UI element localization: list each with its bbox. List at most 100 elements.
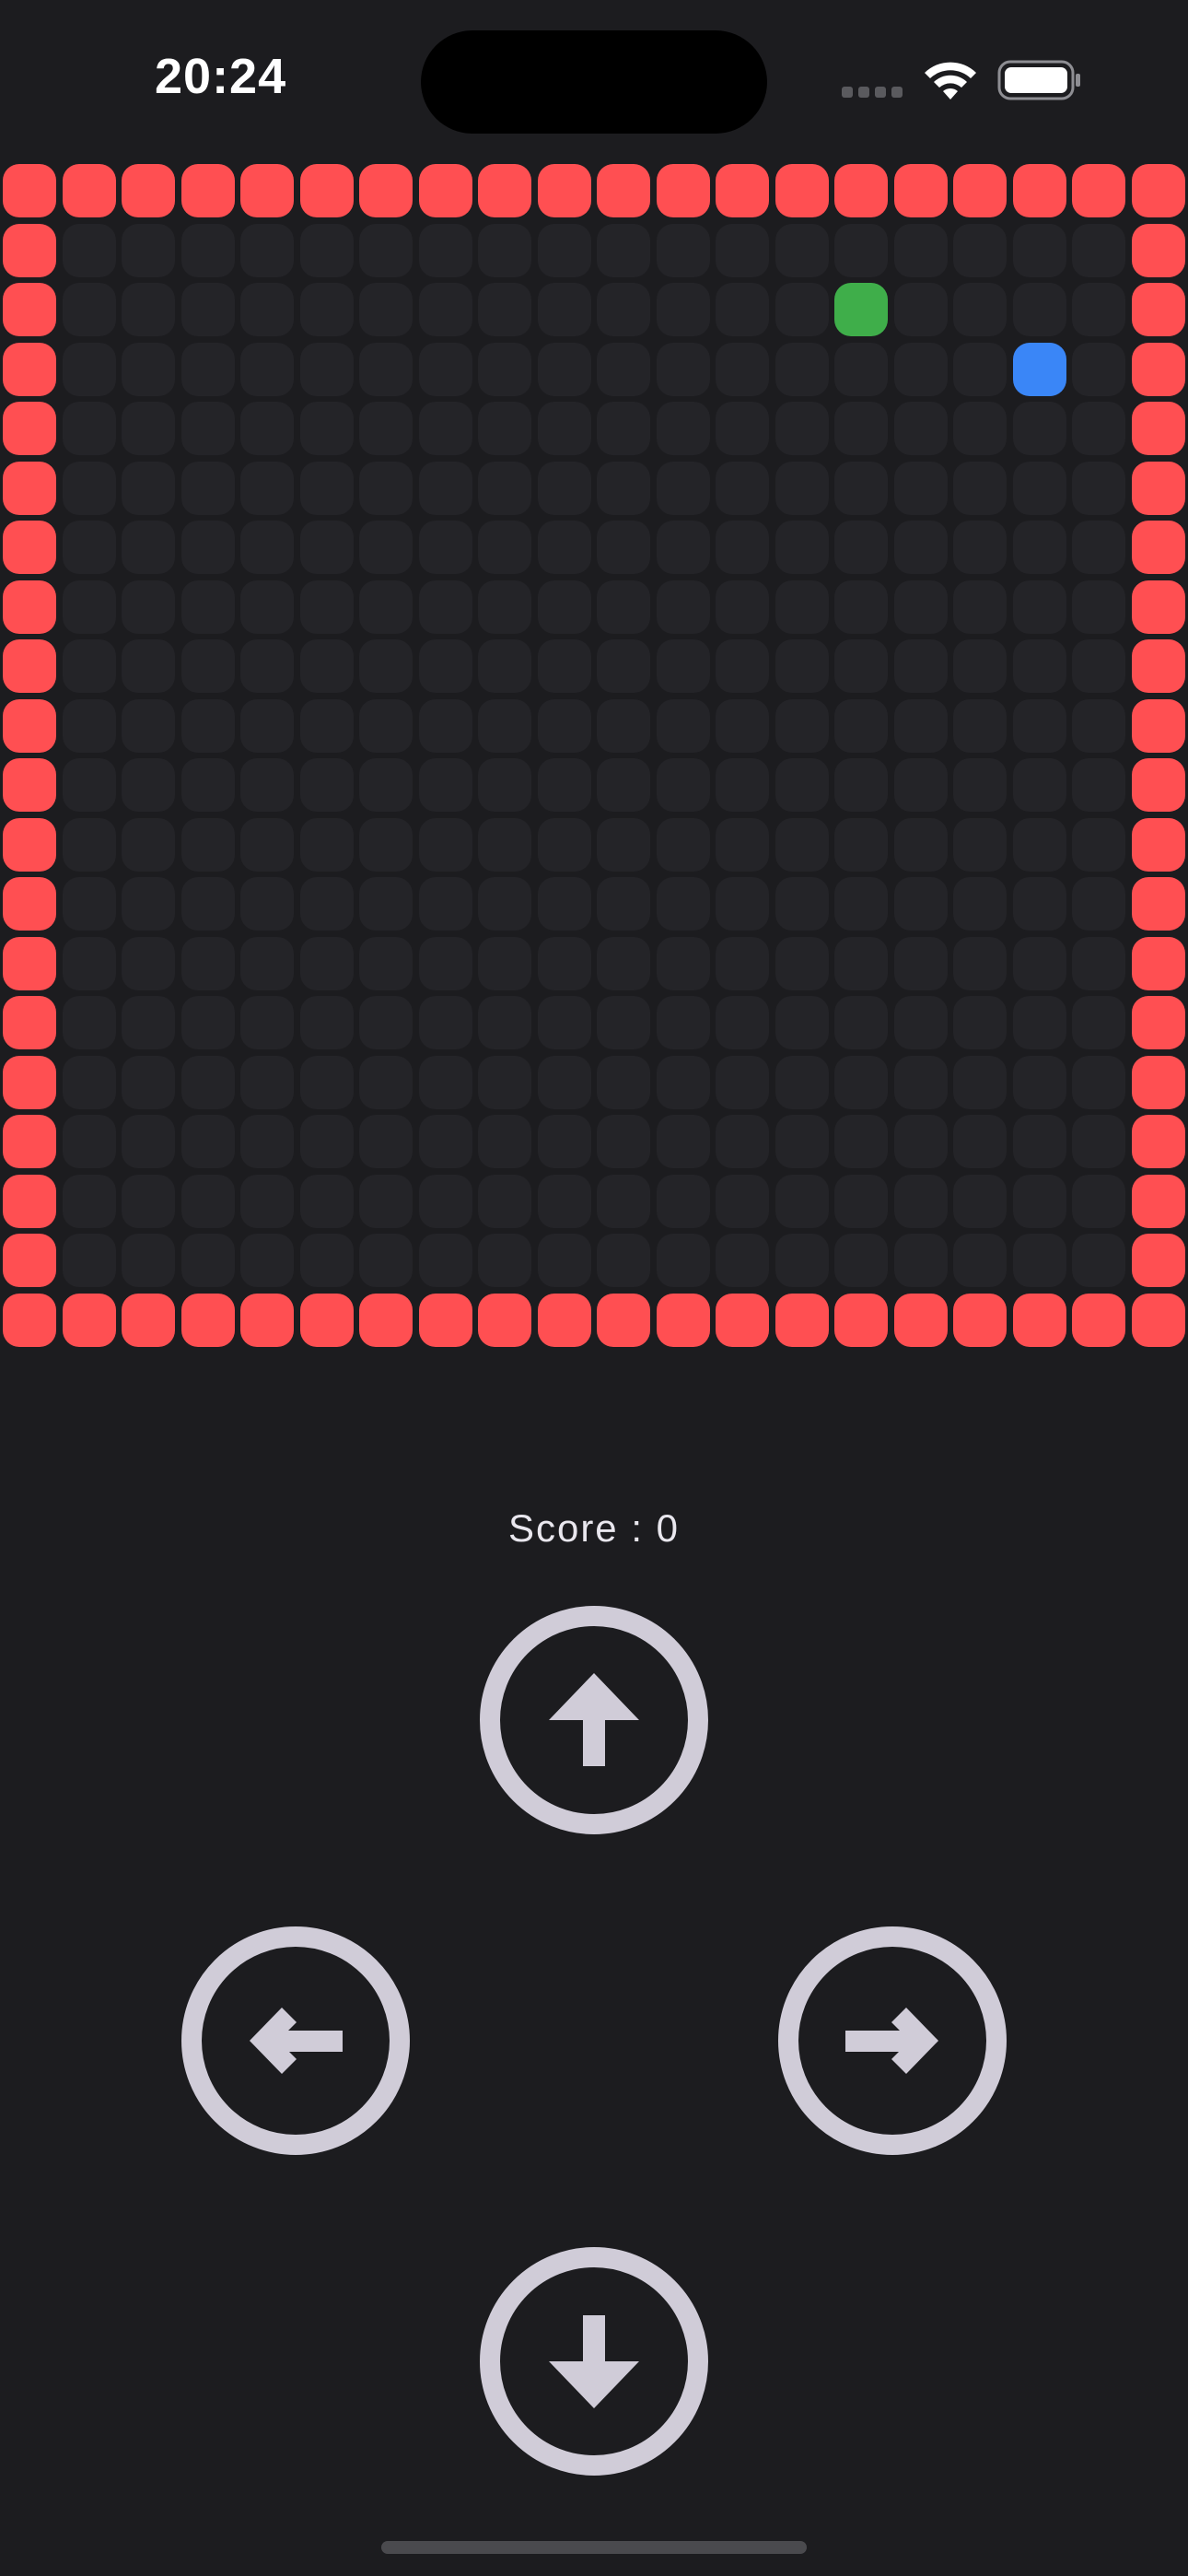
- board-cell: [240, 877, 294, 931]
- board-cell: [597, 342, 650, 396]
- board-cell: [893, 580, 948, 634]
- board-cell: [359, 1234, 413, 1287]
- board-cell: [893, 1234, 948, 1287]
- home-indicator[interactable]: [381, 2541, 807, 2554]
- board-cell: [953, 580, 1007, 634]
- board-cell: [478, 223, 531, 277]
- board-cell: [775, 758, 829, 812]
- arrow-up-icon: [480, 1606, 708, 1834]
- board-cell: [62, 521, 116, 574]
- board-cell: [240, 817, 294, 872]
- wall-block: [3, 996, 56, 1049]
- board-cell: [181, 521, 235, 574]
- board-cell: [1012, 1115, 1066, 1168]
- board-cell: [62, 580, 116, 634]
- board-cell: [656, 817, 710, 872]
- down-button[interactable]: [479, 2246, 709, 2476]
- board-cell: [359, 1055, 413, 1109]
- wall-block: [893, 1293, 948, 1347]
- status-bar: 20:24: [0, 0, 1188, 157]
- arrow-left-icon: [181, 1926, 410, 2155]
- board-cell: [240, 936, 294, 990]
- board-cell: [716, 342, 769, 396]
- board-cell: [1012, 1234, 1066, 1287]
- board-cell: [418, 639, 472, 693]
- board-cell: [775, 342, 829, 396]
- left-button[interactable]: [181, 1926, 411, 2156]
- board-cell: [1072, 283, 1125, 336]
- board-cell: [775, 580, 829, 634]
- board-cell: [299, 1234, 354, 1287]
- board-cell: [418, 698, 472, 753]
- board-cell: [597, 698, 650, 753]
- wall-block: [3, 817, 56, 872]
- board-cell: [597, 223, 650, 277]
- board-cell: [1012, 817, 1066, 872]
- board-cell: [240, 223, 294, 277]
- board-cell: [181, 758, 235, 812]
- wall-block: [3, 639, 56, 693]
- wall-block: [597, 1293, 650, 1347]
- board-cell: [122, 461, 175, 515]
- board-cell: [478, 461, 531, 515]
- board-cell: [478, 936, 531, 990]
- wall-block: [299, 1293, 354, 1347]
- board-cell: [834, 402, 888, 455]
- board-cell: [240, 461, 294, 515]
- board-cell: [716, 521, 769, 574]
- wall-block: [656, 1293, 710, 1347]
- board-cell: [597, 936, 650, 990]
- up-button[interactable]: [479, 1605, 709, 1835]
- wall-block: [953, 1293, 1007, 1347]
- board-cell: [478, 1174, 531, 1228]
- board-cell: [359, 223, 413, 277]
- board-cell: [716, 580, 769, 634]
- board-cell: [240, 698, 294, 753]
- board-cell: [597, 402, 650, 455]
- board-cell: [1012, 758, 1066, 812]
- board-cell: [418, 1234, 472, 1287]
- wall-block: [478, 1293, 531, 1347]
- board-cell: [1012, 698, 1066, 753]
- board-cell: [122, 1174, 175, 1228]
- wall-block: [1131, 342, 1185, 396]
- board-cell: [834, 639, 888, 693]
- board-cell: [418, 521, 472, 574]
- board-cell: [122, 580, 175, 634]
- board-cell: [181, 1174, 235, 1228]
- board-cell: [359, 817, 413, 872]
- board-cell: [1072, 936, 1125, 990]
- board-cell: [953, 639, 1007, 693]
- board-cell: [299, 996, 354, 1049]
- wall-block: [3, 1234, 56, 1287]
- board-cell: [62, 996, 116, 1049]
- board-cell: [716, 758, 769, 812]
- board-cell: [893, 1174, 948, 1228]
- board-cell: [1072, 342, 1125, 396]
- board-cell: [656, 996, 710, 1049]
- wall-block: [240, 1293, 294, 1347]
- board-cell: [834, 758, 888, 812]
- wall-block: [1131, 639, 1185, 693]
- arrow-down-icon: [480, 2247, 708, 2476]
- board-cell: [597, 996, 650, 1049]
- board-cell: [775, 1115, 829, 1168]
- right-button[interactable]: [777, 1926, 1007, 2156]
- wall-block: [1131, 580, 1185, 634]
- board-cell: [478, 521, 531, 574]
- board-cell: [716, 1234, 769, 1287]
- board-cell: [1072, 639, 1125, 693]
- wall-block: [1131, 1055, 1185, 1109]
- board-cell: [537, 817, 591, 872]
- board-cell: [1012, 461, 1066, 515]
- board-cell: [299, 402, 354, 455]
- wall-block: [1131, 461, 1185, 515]
- board-cell: [359, 1115, 413, 1168]
- board-cell: [834, 521, 888, 574]
- board-cell: [299, 639, 354, 693]
- board-cell: [834, 1174, 888, 1228]
- board-cell: [775, 1055, 829, 1109]
- wall-block: [834, 1293, 888, 1347]
- wall-block: [1131, 817, 1185, 872]
- board-cell: [122, 402, 175, 455]
